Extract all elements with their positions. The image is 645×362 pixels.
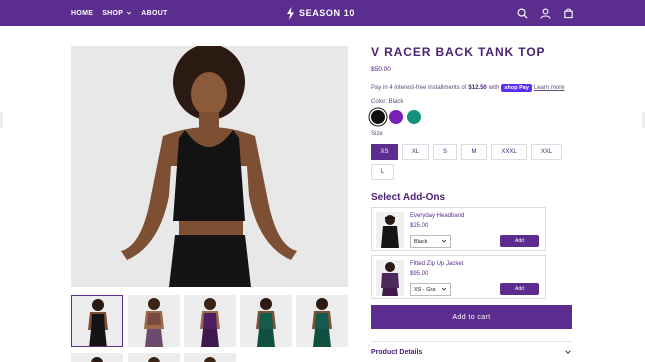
main-product-image[interactable] (71, 46, 348, 287)
chevron-down-icon (565, 350, 571, 354)
swatch-black[interactable] (371, 110, 385, 124)
thumbnail-1[interactable] (71, 295, 123, 347)
thumbnail-4[interactable] (240, 295, 292, 347)
nav-about[interactable]: ABOUT (141, 10, 167, 17)
product-title: V RACER BACK TANK TOP (371, 45, 546, 59)
model-photo-image (71, 46, 348, 287)
thumbnail-5[interactable] (296, 295, 348, 347)
addon-name: Fitted Zip Up Jacket (410, 261, 464, 267)
thumbnail-6[interactable] (71, 353, 123, 362)
thumbnail-7[interactable] (128, 353, 180, 362)
shop-pay-badge: shop Pay (501, 84, 532, 92)
cart-icon[interactable] (561, 6, 575, 20)
addon-card: Everyday Headband $25.00 Black Add (371, 207, 546, 251)
size-option-l[interactable]: L (371, 164, 394, 180)
product-details-accordion[interactable]: Product Details (371, 341, 572, 359)
bolt-logo-icon (287, 6, 294, 20)
chevron-down-icon (441, 239, 447, 243)
brand-name: SEASON 10 (299, 8, 355, 18)
header-icons (515, 6, 575, 20)
chevron-down-icon (127, 11, 132, 15)
addon-add-button[interactable]: Add (500, 283, 539, 295)
size-option-xl[interactable]: XL (402, 144, 429, 160)
thumbnail-8[interactable] (184, 353, 236, 362)
addon-option-select[interactable]: XS - Gra (410, 283, 451, 296)
addon-option-value: Black (414, 238, 428, 245)
swatch-green[interactable] (407, 110, 421, 124)
installments-with: with (488, 85, 500, 91)
size-option-xs[interactable]: XS (371, 144, 398, 160)
addon-add-button[interactable]: Add (500, 235, 539, 247)
thumbnail-2[interactable] (128, 295, 180, 347)
addon-image (376, 212, 404, 248)
size-option-s[interactable]: S (433, 144, 457, 160)
main-nav: HOME SHOP ABOUT (71, 0, 168, 26)
addon-price: $25.00 (410, 223, 429, 229)
addon-option-value: XS - Gra (414, 286, 436, 293)
add-to-cart-button[interactable]: Add to cart (371, 305, 572, 329)
chevron-down-icon (441, 287, 447, 291)
nav-shop-label: SHOP (102, 9, 124, 17)
installments-amount: $12.50 (468, 85, 487, 91)
brand-logo[interactable]: SEASON 10 (286, 6, 355, 20)
thumbnail-3[interactable] (184, 295, 236, 347)
size-option-xxl[interactable]: XXL (531, 144, 562, 160)
addons-title: Select Add-Ons (371, 192, 446, 203)
carousel-edge-left (0, 112, 3, 128)
size-label: Size (371, 131, 383, 137)
swatch-purple[interactable] (389, 110, 403, 124)
nav-home[interactable]: HOME (71, 10, 93, 17)
installments-prefix: Pay in 4 interest-free installments of (371, 85, 467, 91)
addon-image (376, 260, 404, 296)
learn-more-link[interactable]: Learn more (534, 85, 565, 91)
addon-card: Fitted Zip Up Jacket $95.00 XS - Gra Add (371, 255, 546, 299)
size-option-xxxl[interactable]: XXXL (491, 144, 527, 160)
addon-name: Everyday Headband (410, 213, 465, 219)
installments-note: Pay in 4 interest-free installments of $… (371, 84, 565, 92)
size-option-m[interactable]: M (461, 144, 487, 160)
addon-option-select[interactable]: Black (410, 235, 451, 248)
product-details-label: Product Details (371, 348, 423, 356)
product-price: $50.00 (371, 66, 391, 73)
search-icon[interactable] (515, 6, 529, 20)
nav-shop[interactable]: SHOP (102, 10, 132, 17)
addon-price: $95.00 (410, 271, 429, 277)
account-icon[interactable] (538, 6, 552, 20)
color-label: Color: Black (371, 99, 404, 105)
